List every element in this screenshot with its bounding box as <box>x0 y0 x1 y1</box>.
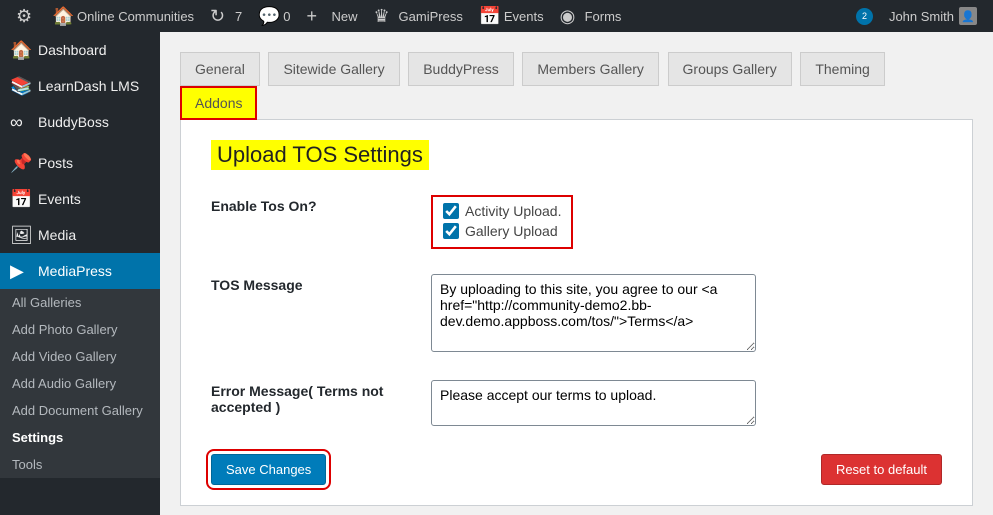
tos-message-textarea[interactable] <box>431 274 756 352</box>
tab-general[interactable]: General <box>180 52 260 86</box>
gamipress-label: GamiPress <box>399 9 463 24</box>
sidebar-label: Dashboard <box>38 42 107 58</box>
sidebar-label: Events <box>38 191 81 207</box>
sidebar-learndash[interactable]: 📚 LearnDash LMS <box>0 68 160 104</box>
tab-theming[interactable]: Theming <box>800 52 884 86</box>
refresh-icon: ↻ <box>210 6 230 26</box>
sidebar-submenu: All Galleries Add Photo Gallery Add Vide… <box>0 289 160 478</box>
notif-badge: 2 <box>856 8 873 25</box>
pin-icon: 📌 <box>10 153 30 173</box>
submenu-add-photo[interactable]: Add Photo Gallery <box>0 316 160 343</box>
checkbox-gallery-label: Gallery Upload <box>465 223 558 239</box>
settings-tabs: General Sitewide Gallery BuddyPress Memb… <box>180 52 973 120</box>
updates-count: 7 <box>235 9 242 24</box>
reset-button[interactable]: Reset to default <box>821 454 942 485</box>
mediapress-icon: ▶ <box>10 261 30 281</box>
topbar-new[interactable]: + New <box>299 0 366 32</box>
topbar-gamipress[interactable]: ♛ GamiPress <box>366 0 471 32</box>
checkbox-gallery-upload[interactable] <box>443 223 459 239</box>
topbar-wp-logo[interactable]: ⚙ <box>8 0 44 32</box>
plus-icon: + <box>307 6 327 26</box>
enable-tos-checkgroup: Activity Upload. Gallery Upload <box>431 195 573 249</box>
user-name: John Smith <box>889 9 954 24</box>
save-button[interactable]: Save Changes <box>211 454 326 485</box>
submenu-add-doc[interactable]: Add Document Gallery <box>0 397 160 424</box>
calendar-icon: 📅 <box>479 6 499 26</box>
enable-tos-label: Enable Tos On? <box>211 195 431 214</box>
panel-heading: Upload TOS Settings <box>211 140 429 170</box>
calendar-icon: 📅 <box>10 189 30 209</box>
submenu-add-video[interactable]: Add Video Gallery <box>0 343 160 370</box>
admin-sidebar: 🏠 Dashboard 📚 LearnDash LMS ∞ BuddyBoss 📌 Po… <box>0 32 160 515</box>
tab-sitewide[interactable]: Sitewide Gallery <box>268 52 399 86</box>
sidebar-mediapress[interactable]: ▶ MediaPress <box>0 253 160 289</box>
error-message-label: Error Message( Terms not accepted ) <box>211 380 431 415</box>
sidebar-label: MediaPress <box>38 263 112 279</box>
submenu-add-audio[interactable]: Add Audio Gallery <box>0 370 160 397</box>
site-name: Online Communities <box>77 9 194 24</box>
dashboard-icon: 🏠 <box>10 40 30 60</box>
sidebar-posts[interactable]: 📌 Posts <box>0 145 160 181</box>
sidebar-events[interactable]: 📅 Events <box>0 181 160 217</box>
sidebar-media[interactable]: 🖼 Media <box>0 217 160 253</box>
main-content: General Sitewide Gallery BuddyPress Memb… <box>160 32 993 515</box>
tab-addons[interactable]: Addons <box>180 86 257 120</box>
topbar-forms[interactable]: ◉ Forms <box>552 0 630 32</box>
learndash-icon: 📚 <box>10 76 30 96</box>
sidebar-label: BuddyBoss <box>38 114 109 130</box>
error-message-textarea[interactable] <box>431 380 756 426</box>
admin-topbar: ⚙ 🏠Online Communities ↻7 💬0 +New ♛GamiPr… <box>0 0 993 32</box>
tos-message-label: TOS Message <box>211 274 431 293</box>
checkbox-gallery-row[interactable]: Gallery Upload <box>443 221 561 241</box>
sidebar-label: Posts <box>38 155 73 171</box>
media-icon: 🖼 <box>10 225 30 245</box>
topbar-site-link[interactable]: 🏠 Online Communities <box>44 0 202 32</box>
settings-panel: Upload TOS Settings Enable Tos On? Activ… <box>180 119 973 506</box>
sidebar-dashboard[interactable]: 🏠 Dashboard <box>0 32 160 68</box>
checkbox-activity-upload[interactable] <box>443 203 459 219</box>
submenu-all-galleries[interactable]: All Galleries <box>0 289 160 316</box>
sidebar-label: LearnDash LMS <box>38 78 139 94</box>
topbar-comments[interactable]: 💬0 <box>250 0 298 32</box>
sidebar-buddyboss[interactable]: ∞ BuddyBoss <box>0 104 160 140</box>
crown-icon: ♛ <box>374 6 394 26</box>
forms-icon: ◉ <box>560 6 580 26</box>
home-icon: 🏠 <box>52 6 72 26</box>
tab-buddypress[interactable]: BuddyPress <box>408 52 513 86</box>
wordpress-icon: ⚙ <box>16 6 36 26</box>
sidebar-label: Media <box>38 227 76 243</box>
checkbox-activity-label: Activity Upload. <box>465 203 561 219</box>
tab-members[interactable]: Members Gallery <box>522 52 659 86</box>
forms-label: Forms <box>585 9 622 24</box>
comments-count: 0 <box>283 9 290 24</box>
submenu-settings[interactable]: Settings <box>0 424 160 451</box>
topbar-updates[interactable]: ↻7 <box>202 0 250 32</box>
comment-icon: 💬 <box>258 6 278 26</box>
topbar-user[interactable]: John Smith 👤 <box>881 0 985 32</box>
topbar-notifications[interactable]: 2 <box>848 0 881 32</box>
avatar-icon: 👤 <box>959 7 977 25</box>
topbar-events[interactable]: 📅 Events <box>471 0 552 32</box>
tab-groups[interactable]: Groups Gallery <box>668 52 792 86</box>
checkbox-activity-row[interactable]: Activity Upload. <box>443 201 561 221</box>
buddyboss-icon: ∞ <box>10 112 30 132</box>
events-label: Events <box>504 9 544 24</box>
new-label: New <box>332 9 358 24</box>
submenu-tools[interactable]: Tools <box>0 451 160 478</box>
